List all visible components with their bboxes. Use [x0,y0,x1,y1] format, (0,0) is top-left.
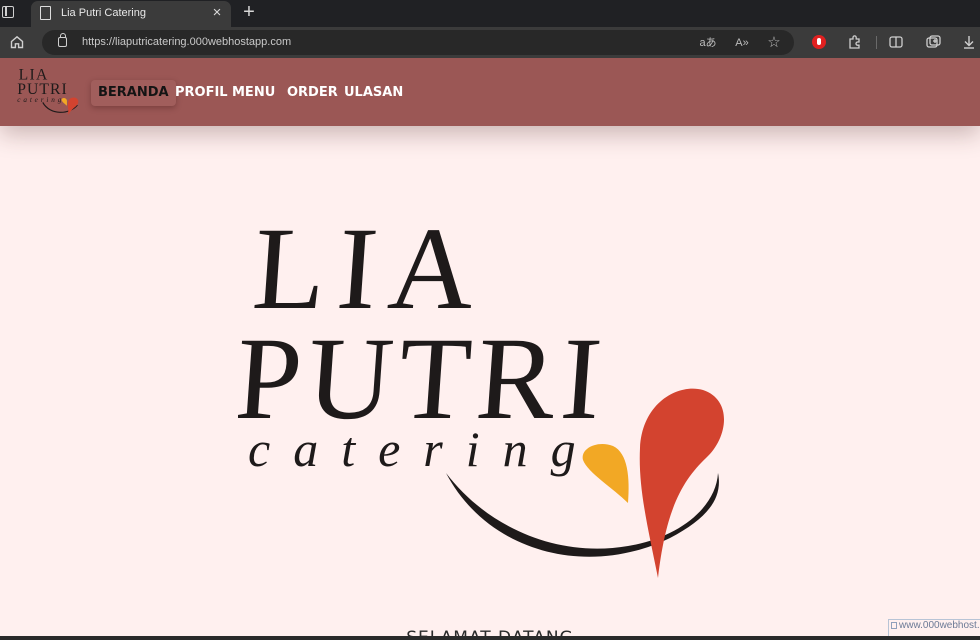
svg-text:catering: catering [17,96,64,104]
window-icon[interactable] [2,6,14,18]
home-icon[interactable] [10,35,24,49]
nav-beranda[interactable]: BERANDA [91,80,176,106]
collections-icon[interactable] [924,33,942,51]
toolbar-divider [876,36,877,49]
split-screen-icon[interactable] [887,33,905,51]
hosting-badge-text: www.000webhost.com [899,620,980,631]
address-bar[interactable]: https://liaputricatering.000webhostapp.c… [42,30,794,55]
nav-profil[interactable]: PROFIL [175,80,228,106]
nav-ulasan[interactable]: ULASAN [344,80,403,106]
svg-text:PUTRI: PUTRI [17,81,67,98]
favorite-star-icon[interactable]: ☆ [765,35,783,51]
logo-line-catering: catering [248,421,599,477]
site-logo[interactable]: LIA PUTRI catering [16,67,80,117]
lock-icon[interactable] [58,33,67,47]
close-icon[interactable]: × [209,4,225,22]
new-tab-button[interactable]: + [239,1,259,23]
broken-image-icon [891,622,897,629]
extension-red-icon[interactable] [812,35,826,49]
nav-order[interactable]: ORDER [287,80,338,106]
tab-title: Lia Putri Catering [61,7,146,19]
active-tab[interactable]: Lia Putri Catering × [31,1,231,27]
url-text[interactable]: https://liaputricatering.000webhostapp.c… [82,36,291,48]
web-page: LIA PUTRI catering BERANDA PROFIL MENU O… [0,58,980,640]
logo-red-drop [639,388,725,578]
downloads-icon[interactable] [960,33,978,51]
nav-menu[interactable]: MENU [232,80,275,106]
browser-toolbar: https://liaputricatering.000webhostapp.c… [0,27,980,58]
read-aloud-icon[interactable]: A» [732,35,752,51]
window-bottom-edge [0,636,980,640]
tab-strip: Lia Putri Catering × + [0,0,980,27]
translate-icon[interactable]: aあ [698,35,718,51]
document-icon [40,6,51,20]
hero-logo: LIA PUTRI catering [238,208,725,578]
site-navbar: LIA PUTRI catering BERANDA PROFIL MENU O… [0,58,980,126]
extensions-puzzle-icon[interactable] [846,33,864,51]
